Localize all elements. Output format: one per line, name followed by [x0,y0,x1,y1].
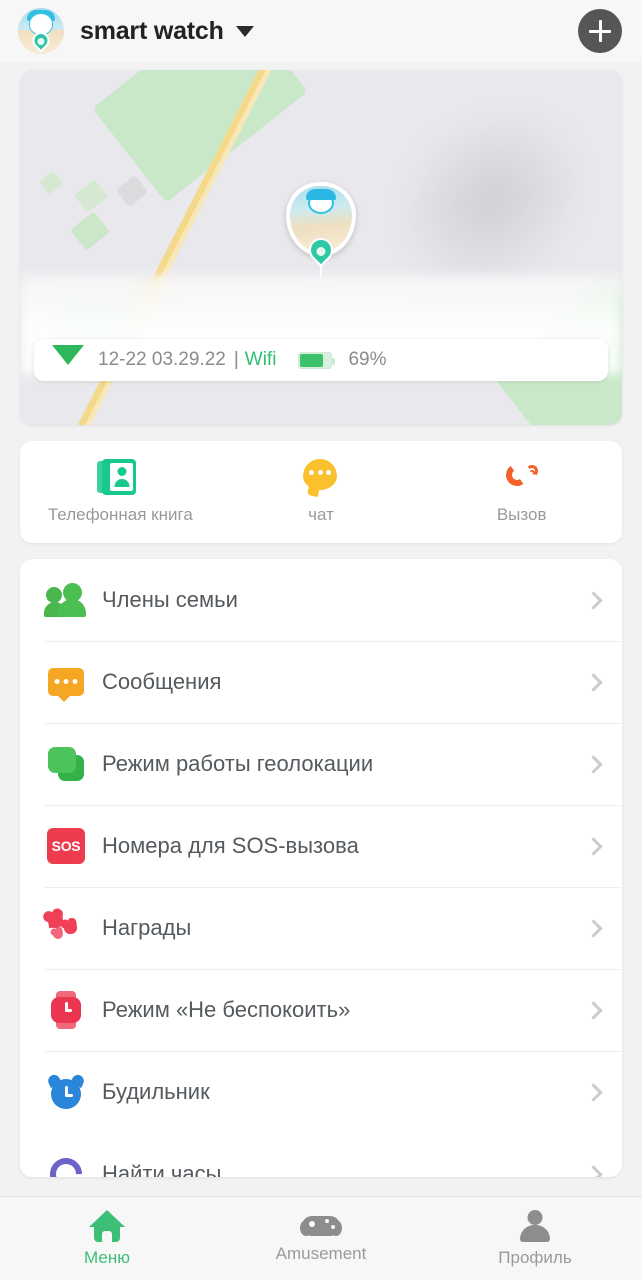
chevron-right-icon [584,754,603,774]
status-timestamp: 12-22 03.29.22 [98,349,226,370]
quick-action-label: Телефонная книга [47,505,193,524]
battery-icon [298,351,336,369]
bottom-navigation: Меню Amusement Профиль [0,1196,642,1280]
map-shadow-overlay [349,70,622,339]
quick-action-call[interactable]: Вызов [421,459,622,525]
quick-action-phonebook[interactable]: Телефонная книга [20,459,221,525]
nav-item-amusement[interactable]: Amusement [214,1214,428,1264]
messages-icon [44,668,88,702]
nav-item-profile[interactable]: Профиль [428,1209,642,1268]
menu-item-label: Режим работы геолокации [102,751,374,776]
add-device-button[interactable] [578,9,622,53]
gamepad-icon [300,1214,342,1238]
battery-percent: 69% [348,349,387,370]
menu-item-label: Награды [102,915,192,940]
quick-action-label: чат [308,505,334,524]
rewards-hearts-icon [44,911,88,945]
menu-item-label: Сообщения [102,669,222,694]
quick-action-label: Вызов [496,505,547,524]
chevron-right-icon [584,918,603,938]
nav-item-label: Amusement [275,1243,367,1263]
pin-avatar-hat [306,189,336,200]
chat-bubble-icon [303,459,339,495]
avatar-map-pin-dot [37,38,45,45]
menu-item-label: Номера для SOS-вызова [102,833,359,858]
menu-item-messages[interactable]: Сообщения [20,641,622,723]
quick-actions-card: Телефонная книга чат Вызов [20,441,622,543]
status-connection: Wifi [244,349,277,370]
app-root: smart watch 12-22 03.29.22 | Wifi 69% Те… [0,0,642,1280]
menu-item-sos-numbers[interactable]: SOS Номера для SOS-вызова [20,805,622,887]
sos-badge-text: SOS [47,828,85,864]
chevron-right-icon [584,836,603,856]
scroll-body[interactable]: 12-22 03.29.22 | Wifi 69% Телефонная кни… [0,62,642,1196]
nav-item-menu[interactable]: Меню [0,1209,214,1268]
menu-item-find-watch-partial[interactable]: Найти часы [20,1133,622,1177]
menu-item-geolocation-mode[interactable]: Режим работы геолокации [20,723,622,805]
sos-icon: SOS [44,828,88,864]
menu-item-label: Члены семьи [102,587,238,612]
chevron-right-icon [584,1164,603,1177]
family-members-icon [44,583,88,617]
home-icon [89,1209,125,1242]
nav-item-label: Профиль [498,1247,572,1267]
user-profile-icon [520,1209,550,1242]
battery-fill [300,353,323,367]
chevron-right-icon [584,590,603,610]
app-header: smart watch [0,0,642,62]
location-marker-icon [52,345,84,365]
geolocation-mode-icon [44,747,88,781]
menu-item-label: Найти часы [102,1161,222,1177]
map-block [73,179,109,213]
chevron-down-icon[interactable] [235,25,254,37]
map-block [70,211,110,251]
device-status-bar[interactable]: 12-22 03.29.22 | Wifi 69% [34,339,608,381]
status-separator: | [233,349,239,370]
menu-item-label: Будильник [102,1079,210,1104]
chevron-right-icon [584,1082,603,1102]
phonebook-icon [97,459,138,495]
alarm-clock-icon [44,1072,88,1109]
map-block [38,171,64,195]
quick-action-chat[interactable]: чат [221,459,422,525]
device-avatar[interactable] [18,8,64,54]
find-watch-icon [43,1151,89,1177]
menu-item-alarm[interactable]: Будильник [20,1051,622,1133]
map-card[interactable]: 12-22 03.29.22 | Wifi 69% [20,70,622,425]
do-not-disturb-watch-icon [44,991,88,1029]
nav-item-label: Меню [84,1247,130,1267]
menu-item-do-not-disturb[interactable]: Режим «Не беспокоить» [20,969,622,1051]
menu-list-card: Члены семьи Сообщения Режим работы геоло… [20,559,622,1177]
pin-inner-marker-dot [316,247,326,256]
menu-item-find-watch[interactable]: Найти часы [20,1133,622,1177]
map-block [115,174,149,208]
phone-call-icon [503,459,540,495]
menu-item-label: Режим «Не беспокоить» [102,997,351,1022]
chevron-right-icon [584,1000,603,1020]
device-location-pin[interactable] [286,182,356,322]
menu-item-rewards[interactable]: Награды [20,887,622,969]
page-title: smart watch [80,16,224,45]
chevron-right-icon [584,672,603,692]
menu-item-family[interactable]: Члены семьи [20,559,622,641]
